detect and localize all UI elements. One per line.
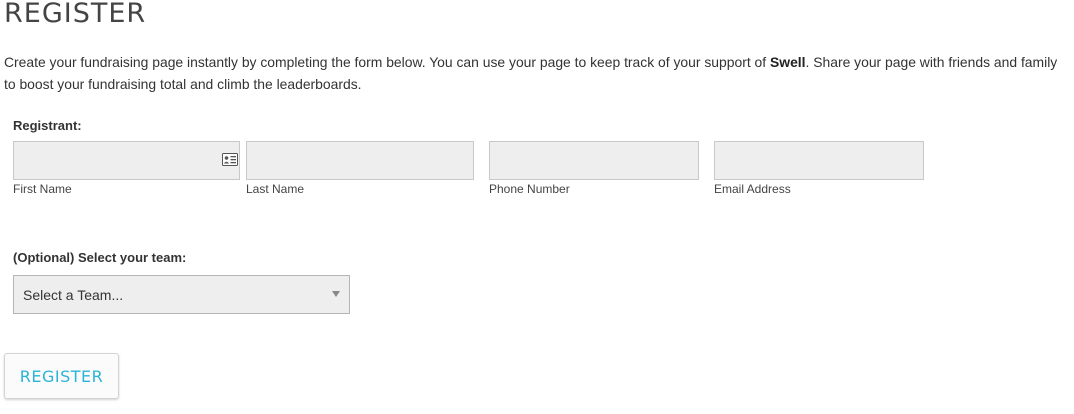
registration-page: REGISTER Create your fundraising page in… (0, 0, 1074, 414)
contact-card-icon[interactable] (222, 153, 238, 166)
phone-number-input[interactable] (489, 141, 699, 180)
last-name-input[interactable] (246, 141, 474, 180)
page-title: REGISTER (4, 0, 147, 29)
caret-down-icon (332, 291, 340, 297)
first-name-label: First Name (13, 182, 72, 196)
team-select[interactable]: Select a Team... (13, 275, 350, 314)
first-name-input[interactable] (13, 141, 240, 180)
register-button[interactable]: REGISTER (4, 353, 119, 399)
intro-text-start: Create your fundraising page instantly b… (4, 54, 770, 70)
registrant-label: Registrant: (13, 118, 82, 133)
last-name-label: Last Name (246, 182, 305, 196)
last-name-group: Last Name (246, 141, 474, 197)
first-name-group: First Name (13, 141, 240, 197)
email-address-input[interactable] (714, 141, 924, 180)
team-select-label: (Optional) Select your team: (13, 250, 187, 265)
phone-number-label: Phone Number (489, 182, 570, 196)
intro-text: Create your fundraising page instantly b… (4, 51, 1070, 95)
phone-group: Phone Number (489, 141, 699, 197)
email-address-label: Email Address (714, 182, 791, 196)
email-group: Email Address (714, 141, 924, 197)
campaign-name: Swell (770, 54, 806, 70)
team-select-value: Select a Team... (23, 287, 124, 303)
